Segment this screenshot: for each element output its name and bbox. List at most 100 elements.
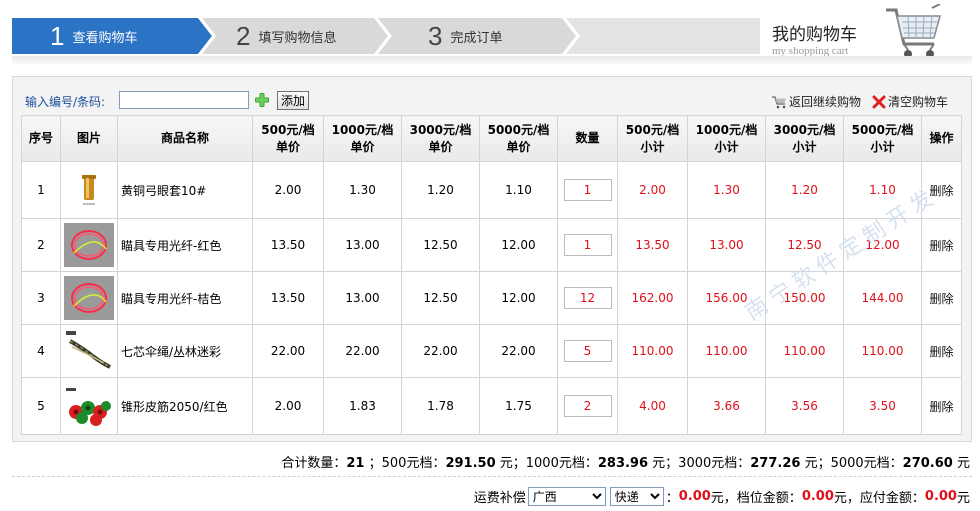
delete-link[interactable]: 删除	[929, 239, 953, 253]
delete-link[interactable]: 删除	[929, 292, 953, 306]
cart-small-icon	[772, 95, 786, 108]
fiber-coil-image	[64, 223, 114, 267]
rubber-bands-image	[66, 388, 111, 426]
row-thumbnail[interactable]	[60, 377, 118, 435]
tier500-total: 291.50	[445, 456, 496, 471]
table-row: 4 七芯伞绳/丛林迷彩 22.00 22.00 22.00 22.00 110.…	[21, 324, 962, 378]
quantity-input[interactable]	[563, 340, 612, 362]
quantity-input[interactable]	[563, 234, 612, 256]
row-thumbnail[interactable]	[60, 161, 118, 219]
plus-icon[interactable]	[254, 92, 270, 108]
fee-prefix: ：	[665, 491, 679, 506]
clear-cart-link[interactable]: 清空购物车	[872, 93, 948, 110]
row-price-5000: 1.10	[479, 161, 558, 219]
row-subtotal-1000: 110.00	[687, 324, 766, 378]
header-price-5000: 5000元/档 单价	[479, 115, 558, 162]
fiber-coil-image	[64, 276, 114, 320]
header-price-3000: 3000元/档 单价	[401, 115, 480, 162]
shipping-method-select[interactable]: 快递	[609, 487, 664, 506]
tier5000-total: 270.60	[902, 456, 953, 471]
clear-cart-label: 清空购物车	[888, 95, 949, 109]
row-price-1000: 1.83	[323, 377, 402, 435]
row-product-name[interactable]: 瞄具专用光纤-红色	[117, 218, 253, 272]
step-2: 2 填写购物信息	[236, 18, 336, 54]
summary-divider	[12, 476, 972, 477]
table-header-row: 序号 图片 商品名称 500元/档 单价 1000元/档 单价 3000元/档 单价 …	[21, 115, 962, 162]
delete-link[interactable]: 删除	[929, 400, 953, 414]
step-2-number: 2	[236, 21, 251, 51]
step-2-label: 填写购物信息	[258, 30, 337, 46]
row-subtotal-500: 13.50	[617, 218, 688, 272]
row-subtotal-500: 2.00	[617, 161, 688, 219]
table-row: 5 锥形皮筋2050/红色 2.00 1.83 1.78 1.75 2 4.00…	[21, 377, 962, 435]
row-subtotal-3000: 150.00	[765, 271, 844, 325]
row-product-name[interactable]: 黄铜弓眼套10#	[117, 161, 253, 219]
row-price-500: 13.50	[252, 271, 324, 325]
header-subtotal-500: 500元/档 小计	[617, 115, 688, 162]
tier5000-label: 元；5000元档：	[804, 456, 903, 471]
row-product-name[interactable]: 瞄具专用光纤-桔色	[117, 271, 253, 325]
code-input[interactable]	[119, 91, 249, 109]
row-thumbnail[interactable]	[60, 271, 118, 325]
step-1-label: 查看购物车	[72, 30, 138, 46]
row-seq: 1	[21, 161, 61, 219]
row-subtotal-3000: 12.50	[765, 218, 844, 272]
row-subtotal-3000: 1.20	[765, 161, 844, 219]
row-price-1000: 22.00	[323, 324, 402, 378]
header-price-1000: 1000元/档 单价	[323, 115, 402, 162]
header-seq: 序号	[21, 115, 61, 162]
cart-toolbar: 输入编号/条码: 添加 返回继续购物 清空购物车	[13, 77, 971, 115]
row-thumbnail[interactable]	[60, 324, 118, 378]
header-price-500: 500元/档 单价	[252, 115, 324, 162]
shipping-fee: 0.00	[678, 489, 711, 504]
cart-table: 序号 图片 商品名称 500元/档 单价 1000元/档 单价 3000元/档 单价 …	[21, 115, 962, 435]
row-subtotal-500: 110.00	[617, 324, 688, 378]
row-price-1000: 13.00	[323, 218, 402, 272]
quantity-input[interactable]	[563, 179, 612, 201]
header-subtotal-3000: 3000元/档 小计	[765, 115, 844, 162]
header-subtotal-5000: 5000元/档 小计	[843, 115, 922, 162]
quantity-input[interactable]	[563, 287, 612, 309]
table-row: 3 瞄具专用光纤-桔色 13.50 13.00 12.50 12.00 162.…	[21, 271, 962, 325]
row-seq: 2	[21, 218, 61, 272]
row-price-1000: 1.30	[323, 161, 402, 219]
tier1000-label: 元；1000元档：	[499, 456, 598, 471]
row-price-500: 22.00	[252, 324, 324, 378]
cart-brand: 我的购物车 my shopping cart	[772, 20, 882, 57]
total-qty: 21	[346, 456, 365, 471]
tier-amount: 0.00	[801, 489, 834, 504]
summary-unit: 元	[956, 456, 970, 471]
row-price-5000: 22.00	[479, 324, 558, 378]
row-subtotal-5000: 1.10	[843, 161, 922, 219]
row-product-name[interactable]: 锥形皮筋2050/红色	[117, 377, 253, 435]
step-1: 1 查看购物车	[50, 18, 137, 54]
row-price-5000: 12.00	[479, 271, 558, 325]
checkout-steps: 1 查看购物车 2 填写购物信息 3 完成订单	[12, 18, 760, 54]
delete-link[interactable]: 删除	[929, 345, 953, 359]
row-price-5000: 1.75	[479, 377, 558, 435]
row-subtotal-5000: 12.00	[843, 218, 922, 272]
delete-link[interactable]: 删除	[929, 184, 953, 198]
row-seq: 3	[21, 271, 61, 325]
row-product-name[interactable]: 七芯伞绳/丛林迷彩	[117, 324, 253, 378]
row-subtotal-1000: 13.00	[687, 218, 766, 272]
add-button[interactable]: 添加	[277, 91, 309, 110]
table-row: 2 瞄具专用光纤-红色 13.50 13.00 12.50 12.00 13.5…	[21, 218, 962, 272]
header-qty: 数量	[557, 115, 618, 162]
row-price-500: 2.00	[252, 161, 324, 219]
quantity-input[interactable]	[563, 395, 612, 417]
step-3-number: 3	[428, 21, 443, 51]
row-thumbnail[interactable]	[60, 218, 118, 272]
shipping-label: 运费补偿	[473, 491, 526, 506]
tier1000-total: 283.96	[597, 456, 649, 471]
order-summary: 合计数量：21 ；500元档：291.50 元；1000元档：283.96 元；…	[281, 452, 970, 471]
tier500-label: ；500元档：	[368, 456, 446, 471]
continue-shopping-label: 返回继续购物	[789, 95, 862, 109]
row-price-3000: 22.00	[401, 324, 480, 378]
continue-shopping-link[interactable]: 返回继续购物	[771, 93, 861, 110]
step-1-number: 1	[50, 21, 65, 51]
row-seq: 4	[21, 324, 61, 378]
row-subtotal-5000: 144.00	[843, 271, 922, 325]
header-action: 操作	[921, 115, 962, 162]
region-select[interactable]: 广西	[527, 487, 606, 506]
